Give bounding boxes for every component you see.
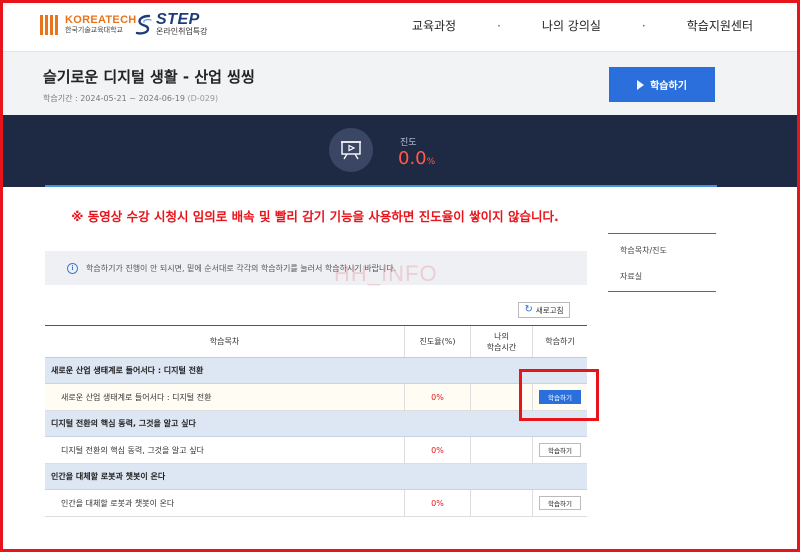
koreatech-wordmark: KOREATECH 한국기술교육대학교 [65, 14, 137, 35]
koreatech-logo[interactable]: KOREATECH 한국기술교육대학교 [39, 13, 137, 35]
d-day-badge: (D-029) [187, 94, 219, 103]
nav-item-my-classroom[interactable]: 나의 강의실 [534, 17, 609, 34]
main-nav: 교육과정 · 나의 강의실 · 학습지원센터 [404, 17, 761, 34]
lesson-study-cell: 학습하기 [533, 437, 587, 463]
nav-item-courses[interactable]: 교육과정 [404, 17, 464, 34]
main-study-button[interactable]: 학습하기 [609, 67, 715, 102]
koreatech-name: KOREATECH [65, 13, 137, 26]
progress-unit: % [426, 157, 436, 167]
lesson-study-button[interactable]: 학습하기 [539, 443, 581, 457]
lesson-study-button[interactable]: 학습하기 [539, 496, 581, 510]
speed-warning-notice: ※ 동영상 수강 시청시 임의로 배속 및 빨리 감기 기능을 사용하면 진도율… [71, 209, 559, 224]
header-curriculum: 학습목차 [45, 326, 405, 357]
header-study: 학습하기 [545, 337, 575, 346]
info-icon: i [67, 262, 78, 274]
page-title: 슬기로운 디지털 생활 - 산업 씽씽 [43, 68, 255, 86]
lesson-study-cell: 학습하기 [533, 490, 587, 516]
lesson-study-time [471, 490, 533, 516]
step-name: STEP [156, 11, 200, 28]
progress-band: 진도 0.0% [3, 115, 797, 187]
step-logo[interactable]: STEP 온라인취업특강 [135, 12, 208, 37]
lesson-title: 디지털 전환의 핵심 동력, 그것을 알고 싶다 [45, 437, 405, 463]
sidebar-item-resources[interactable]: 자료실 [608, 271, 642, 282]
info-message-box: i 학습하기가 진행이 안 되시면, 밑에 순서대로 각각의 학습하기를 눌러서… [45, 251, 587, 285]
lesson-progress: 0% [405, 384, 471, 410]
table-row: 인간을 대체할 로봇과 챗봇이 온다 0% 학습하기 [45, 490, 587, 517]
play-icon [637, 79, 645, 90]
main-study-button-label: 학습하기 [650, 81, 687, 92]
study-period: 학습기간 : 2024-05-21 ~ 2024-06-19 (D-029) [43, 93, 218, 104]
annotation-highlight-box [519, 369, 599, 421]
step-mark-icon [135, 14, 152, 35]
table-row: 새로운 산업 생태계로 들어서다 : 디지털 전환 0% 학습하기 [45, 384, 587, 411]
lesson-title: 인간을 대체할 로봇과 챗봇이 온다 [45, 490, 405, 516]
course-sidebar: 학습목차/진도 자료실 [608, 233, 716, 292]
progress-panel: 진도 0.0% [45, 115, 717, 187]
progress-value: 0.0% [398, 148, 435, 169]
step-subname: 온라인취업특강 [156, 27, 208, 36]
progress-number: 0.0 [398, 148, 427, 169]
header-progress-rate: 진도율(%) [405, 326, 471, 357]
section-header: 디지털 전환의 핵심 동력, 그것을 알고 싶다 [45, 411, 587, 437]
section-header: 새로운 산업 생태계로 들어서다 : 디지털 전환 [45, 358, 587, 384]
curriculum-table: 학습목차 진도율(%) 나의 학습시간 학습하기 새로운 산업 생태계로 들어서… [45, 325, 587, 517]
lesson-study-time [471, 437, 533, 463]
step-wordmark: STEP 온라인취업특강 [156, 12, 208, 37]
nav-item-support-center[interactable]: 학습지원센터 [679, 17, 761, 34]
refresh-icon: ↻ [524, 304, 533, 315]
progress-label: 진도 [400, 138, 417, 148]
header-my-study-time: 나의 학습시간 [471, 326, 533, 357]
sidebar-item-curriculum-progress[interactable]: 학습목차/진도 [608, 245, 667, 256]
header-my-study-time-line2: 학습시간 [486, 342, 517, 352]
watermark-text: HH_INFO [334, 261, 438, 286]
koreatech-subname: 한국기술교육대학교 [65, 25, 123, 34]
presentation-board-icon [329, 128, 373, 172]
course-title-band: 슬기로운 디지털 생활 - 산업 씽씽 학습기간 : 2024-05-21 ~ … [3, 51, 797, 115]
study-period-dates: 학습기간 : 2024-05-21 ~ 2024-06-19 [43, 94, 185, 103]
section-header: 인간을 대체할 로봇과 챗봇이 온다 [45, 464, 587, 490]
lesson-title: 새로운 산업 생태계로 들어서다 : 디지털 전환 [45, 384, 405, 410]
lesson-progress: 0% [405, 490, 471, 516]
refresh-button-label: 새로고침 [535, 305, 564, 315]
nav-separator: · [641, 18, 646, 33]
table-row: 디지털 전환의 핵심 동력, 그것을 알고 싶다 0% 학습하기 [45, 437, 587, 464]
table-header: 학습목차 진도율(%) 나의 학습시간 학습하기 [45, 325, 587, 358]
nav-separator: · [497, 18, 501, 33]
koreatech-mark-icon [39, 13, 61, 35]
refresh-button[interactable]: ↻ 새로고침 [518, 302, 570, 318]
lesson-progress: 0% [405, 437, 471, 463]
header-my-study-time-line1: 나의 [494, 331, 509, 341]
site-header: KOREATECH 한국기술교육대학교 STEP 온라인취업특강 교육과정 · … [3, 3, 797, 51]
